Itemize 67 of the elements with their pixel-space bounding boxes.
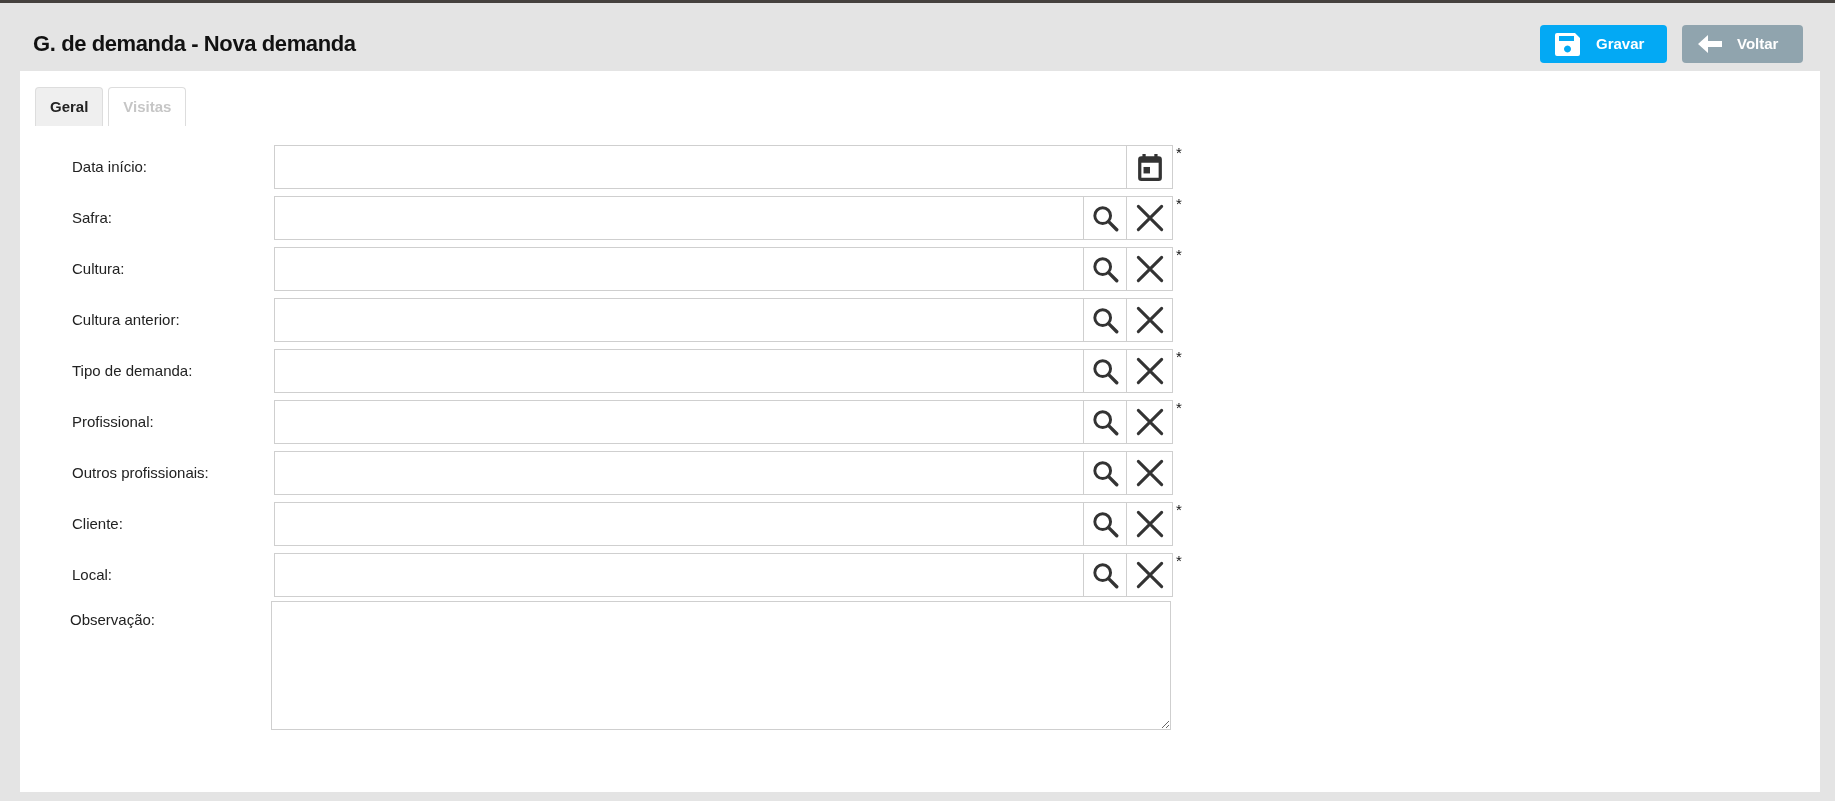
input-field[interactable] xyxy=(274,451,1084,495)
input-field[interactable] xyxy=(274,196,1084,240)
required-mark: * xyxy=(1176,400,1182,415)
required-mark: * xyxy=(1176,349,1182,364)
input-field[interactable] xyxy=(274,400,1084,444)
required-mark: * xyxy=(1176,145,1182,160)
input-field[interactable] xyxy=(274,298,1084,342)
tab[interactable]: Geral xyxy=(35,87,104,126)
close-icon xyxy=(1135,204,1164,232)
search-button[interactable] xyxy=(1084,400,1127,444)
clear-button[interactable] xyxy=(1127,451,1173,495)
input-field[interactable] xyxy=(274,502,1084,546)
field-label: Outros profissionais: xyxy=(71,462,210,483)
close-icon xyxy=(1135,510,1164,538)
close-icon xyxy=(1135,306,1164,334)
search-button[interactable] xyxy=(1084,349,1127,393)
field-label: Cultura: xyxy=(71,258,126,279)
field-label: Tipo de demanda: xyxy=(71,360,194,381)
required-mark: * xyxy=(1176,553,1182,568)
search-button[interactable] xyxy=(1084,502,1127,546)
save-button[interactable]: Gravar xyxy=(1540,25,1667,63)
search-button[interactable] xyxy=(1084,451,1127,495)
required-mark: * xyxy=(1176,196,1182,211)
field-label: Observação: xyxy=(69,610,157,630)
field-label: Data início: xyxy=(71,156,149,177)
search-icon xyxy=(1091,510,1119,538)
search-icon xyxy=(1091,306,1119,334)
search-button[interactable] xyxy=(1084,298,1127,342)
search-icon xyxy=(1091,255,1119,283)
search-button[interactable] xyxy=(1084,247,1127,291)
close-icon xyxy=(1135,561,1164,589)
close-icon xyxy=(1135,255,1164,283)
clear-button[interactable] xyxy=(1127,400,1173,444)
clear-button[interactable] xyxy=(1127,298,1173,342)
search-button[interactable] xyxy=(1084,553,1127,597)
clear-button[interactable] xyxy=(1127,196,1173,240)
page-title: G. de demanda - Nova demanda xyxy=(33,30,356,58)
search-icon xyxy=(1091,204,1119,232)
input-field[interactable] xyxy=(274,349,1084,393)
calendar-button[interactable] xyxy=(1127,145,1173,189)
back-button[interactable]: Voltar xyxy=(1682,25,1803,63)
search-button[interactable] xyxy=(1084,196,1127,240)
search-icon xyxy=(1091,408,1119,436)
field-label: Local: xyxy=(71,564,114,585)
field-label: Cultura anterior: xyxy=(71,309,181,330)
required-mark: * xyxy=(1176,502,1182,517)
textarea-field[interactable] xyxy=(271,601,1171,730)
input-field[interactable] xyxy=(274,553,1084,597)
required-mark: * xyxy=(1176,247,1182,262)
field-label: Safra: xyxy=(71,207,114,228)
close-icon xyxy=(1135,408,1164,436)
clear-button[interactable] xyxy=(1127,349,1173,393)
calendar-icon xyxy=(1137,153,1162,181)
search-icon xyxy=(1091,561,1119,589)
arrow-left-icon xyxy=(1698,35,1722,53)
clear-button[interactable] xyxy=(1127,247,1173,291)
tab[interactable]: Visitas xyxy=(108,87,187,126)
search-icon xyxy=(1091,357,1119,385)
field-label: Cliente: xyxy=(71,513,124,534)
clear-button[interactable] xyxy=(1127,502,1173,546)
clear-button[interactable] xyxy=(1127,553,1173,597)
field-label: Profissional: xyxy=(71,411,155,432)
search-icon xyxy=(1091,459,1119,487)
close-icon xyxy=(1135,459,1164,487)
input-field[interactable] xyxy=(274,247,1084,291)
close-icon xyxy=(1135,357,1164,385)
input-field[interactable] xyxy=(274,145,1127,189)
